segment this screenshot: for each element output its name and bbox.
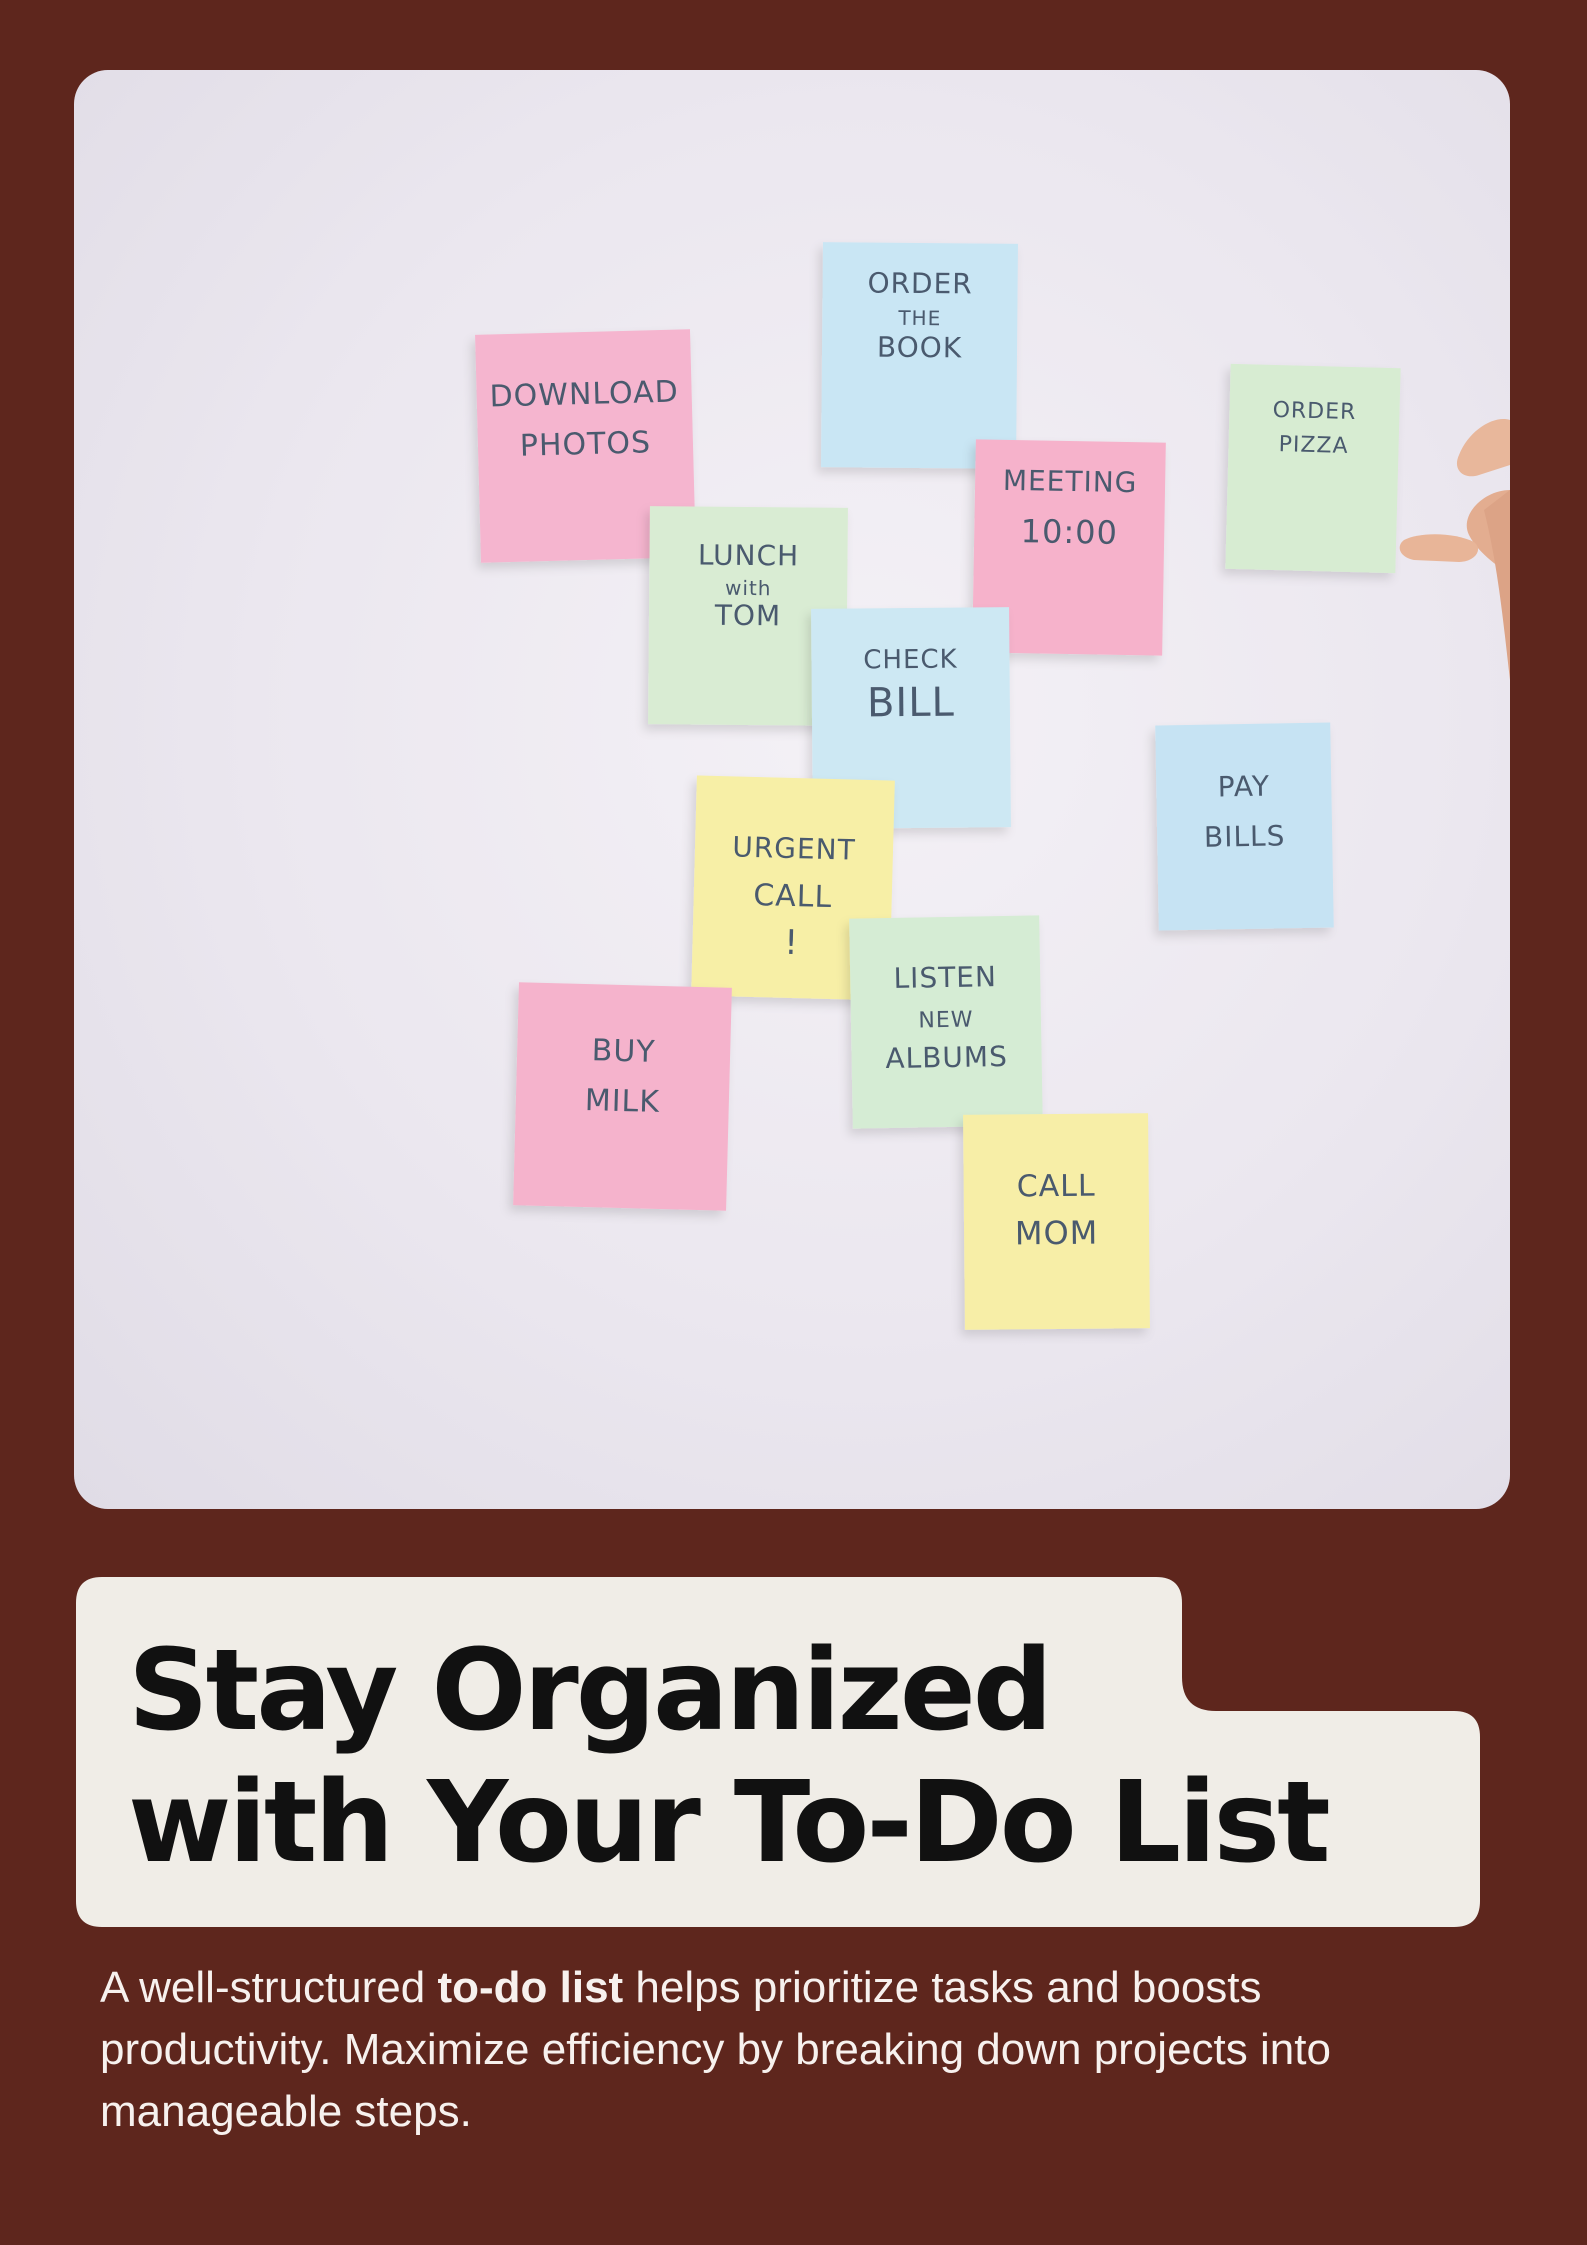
hand-image (1399, 419, 1510, 680)
sticky-note: PAY BILLS (1155, 722, 1334, 931)
sticky-note-text: PHOTOS (519, 425, 651, 463)
sticky-note-text: MOM (1015, 1214, 1099, 1253)
sticky-note-text: LUNCH (698, 539, 800, 573)
sticky-note-text: NEW (918, 1008, 974, 1034)
sticky-note-text: with (725, 576, 772, 600)
sticky-note: CALL MOM (963, 1113, 1150, 1330)
sticky-note-text: ALBUMS (885, 1040, 1008, 1075)
sticky-note: LISTEN NEW ALBUMS (849, 915, 1043, 1129)
sticky-note-text: 10:00 (1020, 512, 1118, 552)
sticky-note-text: LISTEN (893, 960, 997, 995)
sticky-note-text: BILLS (1204, 819, 1286, 853)
sticky-note-text: ORDER (867, 267, 972, 301)
sticky-note-text: BOOK (877, 331, 962, 365)
sticky-note-text: TOM (714, 599, 782, 633)
sticky-note-text: PIZZA (1278, 432, 1349, 459)
sticky-note-text: CALL (1017, 1169, 1096, 1205)
description-prefix: A well-structured (100, 1963, 438, 2012)
sticky-note-text: MILK (584, 1083, 660, 1120)
sticky-note-text: MEETING (1003, 464, 1138, 499)
sticky-note-text: ORDER (1272, 398, 1356, 425)
sticky-note-text: BUY (591, 1033, 656, 1070)
title-card: Stay Organized with Your To-Do List (76, 1577, 1480, 1927)
sticky-note: BUY MILK (513, 982, 732, 1211)
title-line-2: with Your To-Do List (128, 1758, 1331, 1888)
sticky-note-text: URGENT (732, 830, 856, 866)
sticky-note-text: ! (784, 923, 800, 963)
sticky-note-text: BILL (867, 680, 955, 727)
sticky-note-text: CHECK (863, 645, 958, 676)
page-title: Stay Organized with Your To-Do List (128, 1625, 1331, 1889)
sticky-note: ORDER THEBOOK (821, 242, 1018, 469)
sticky-note-text: DOWNLOAD (489, 375, 679, 415)
sticky-note: ORDER PIZZA (1225, 363, 1401, 574)
sticky-note-text: CALL (753, 878, 833, 915)
description-paragraph: A well-structured to-do list helps prior… (100, 1957, 1480, 2143)
sticky-note-text: PAY (1217, 770, 1270, 804)
sticky-note-paper (1225, 363, 1401, 574)
title-line-1: Stay Organized (128, 1626, 1053, 1756)
sticky-notes-wall: DOWNLOAD PHOTOS ORDER THEBOOK ORDER PIZZA MEET… (475, 242, 1510, 1330)
description-emphasis: to-do list (437, 1963, 624, 2012)
sticky-note-text: THE (897, 306, 941, 330)
hero-photo: DOWNLOAD PHOTOS ORDER THE BOOK ORDER PIZZA MEET… (74, 70, 1510, 1509)
